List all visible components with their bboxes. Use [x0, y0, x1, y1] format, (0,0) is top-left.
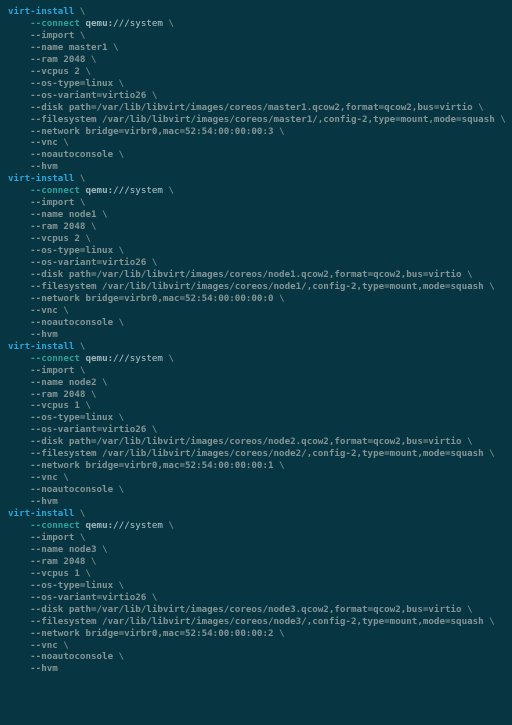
code-block: virt-install \ --connect qemu:///system …	[0, 0, 512, 683]
